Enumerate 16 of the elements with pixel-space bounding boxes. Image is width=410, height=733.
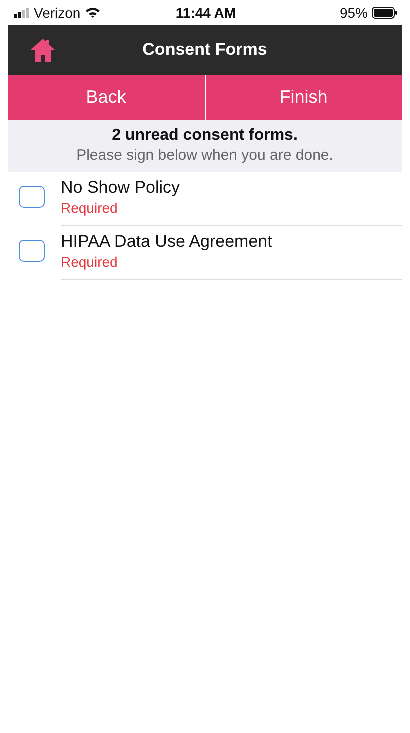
instruction-text: Please sign below when you are done. bbox=[76, 147, 334, 164]
unread-count-text: 2 unread consent forms. bbox=[111, 127, 299, 145]
required-label: Required bbox=[61, 200, 118, 216]
signal-icon bbox=[14, 8, 30, 18]
checkbox[interactable] bbox=[19, 186, 45, 208]
required-label: Required bbox=[61, 254, 118, 270]
carrier-name: Verizon bbox=[34, 4, 81, 20]
clock-time: 11:44 AM bbox=[176, 4, 236, 20]
form-name[interactable]: HIPAA Data Use Agreement bbox=[61, 232, 272, 252]
form-name[interactable]: No Show Policy bbox=[61, 178, 180, 198]
battery-percent: 95% bbox=[340, 4, 368, 20]
wifi-icon bbox=[84, 6, 101, 18]
checkbox[interactable] bbox=[19, 240, 45, 262]
home-icon[interactable] bbox=[30, 38, 56, 62]
battery-icon bbox=[372, 6, 398, 18]
screen-title: Consent Forms bbox=[142, 40, 268, 60]
